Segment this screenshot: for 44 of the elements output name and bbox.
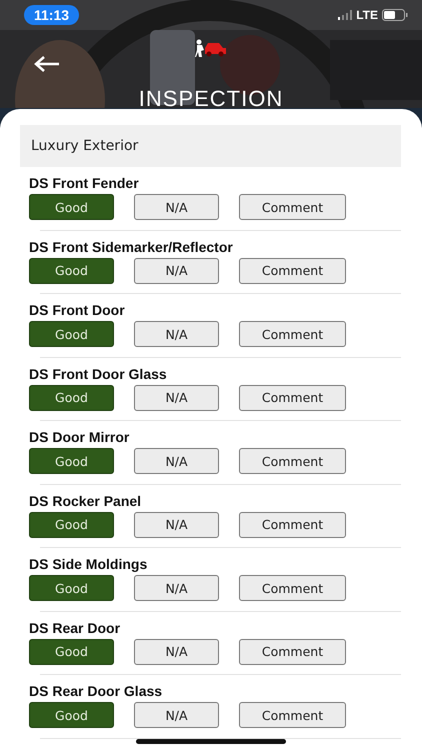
na-button[interactable]: N/A [134, 194, 219, 220]
good-button[interactable]: Good [29, 702, 114, 728]
comment-button[interactable]: Comment [239, 258, 346, 284]
comment-button[interactable]: Comment [239, 194, 346, 220]
good-button[interactable]: Good [29, 258, 114, 284]
comment-button[interactable]: Comment [239, 448, 346, 474]
time: 11:13 [24, 5, 80, 25]
back-arrow-icon[interactable] [34, 56, 60, 72]
item-title: DS Rocker Panel [29, 492, 142, 510]
comment-button[interactable]: Comment [239, 321, 346, 347]
na-button[interactable]: N/A [134, 258, 219, 284]
comment-button[interactable]: Comment [239, 638, 346, 664]
good-button[interactable]: Good [29, 321, 114, 347]
na-button[interactable]: N/A [134, 384, 219, 410]
good-button[interactable]: Good [29, 575, 114, 601]
battery-icon [382, 9, 408, 21]
na-button[interactable]: N/A [134, 575, 219, 601]
network-label: LTE [356, 8, 378, 22]
comment-button[interactable]: Comment [239, 702, 346, 728]
item-title: DS Door Mirror [29, 428, 130, 447]
signal-icon [338, 10, 352, 20]
section-header: Luxury Exterior [20, 125, 401, 167]
na-button[interactable]: N/A [134, 702, 219, 728]
item-title: DS Front Door [29, 301, 126, 320]
comment-button[interactable]: Comment [239, 384, 346, 410]
good-button[interactable]: Good [29, 194, 114, 220]
good-button[interactable]: Good [29, 448, 114, 474]
item-title: DS Rear Door [29, 618, 122, 638]
item-title: DS Front Sidemarker/Reflector [29, 238, 234, 256]
item-title: DS Rear Door Glass [29, 682, 164, 701]
item-title: DS Front Fender [29, 174, 140, 193]
good-button[interactable]: Good [29, 638, 114, 664]
good-button[interactable]: Good [29, 512, 114, 538]
good-button[interactable]: Good [29, 384, 114, 410]
comment-button[interactable]: Comment [239, 575, 346, 601]
item-title: DS Front Door Glass [29, 364, 168, 384]
na-button[interactable]: N/A [134, 512, 219, 538]
na-button[interactable]: N/A [134, 638, 219, 664]
item-title: DS Side Moldings [29, 555, 148, 574]
na-button[interactable]: N/A [134, 448, 219, 474]
car-inspection-icon [195, 38, 227, 58]
comment-button[interactable]: Comment [239, 512, 346, 538]
na-button[interactable]: N/A [134, 321, 219, 347]
page-title: INSPECTION [138, 86, 284, 112]
